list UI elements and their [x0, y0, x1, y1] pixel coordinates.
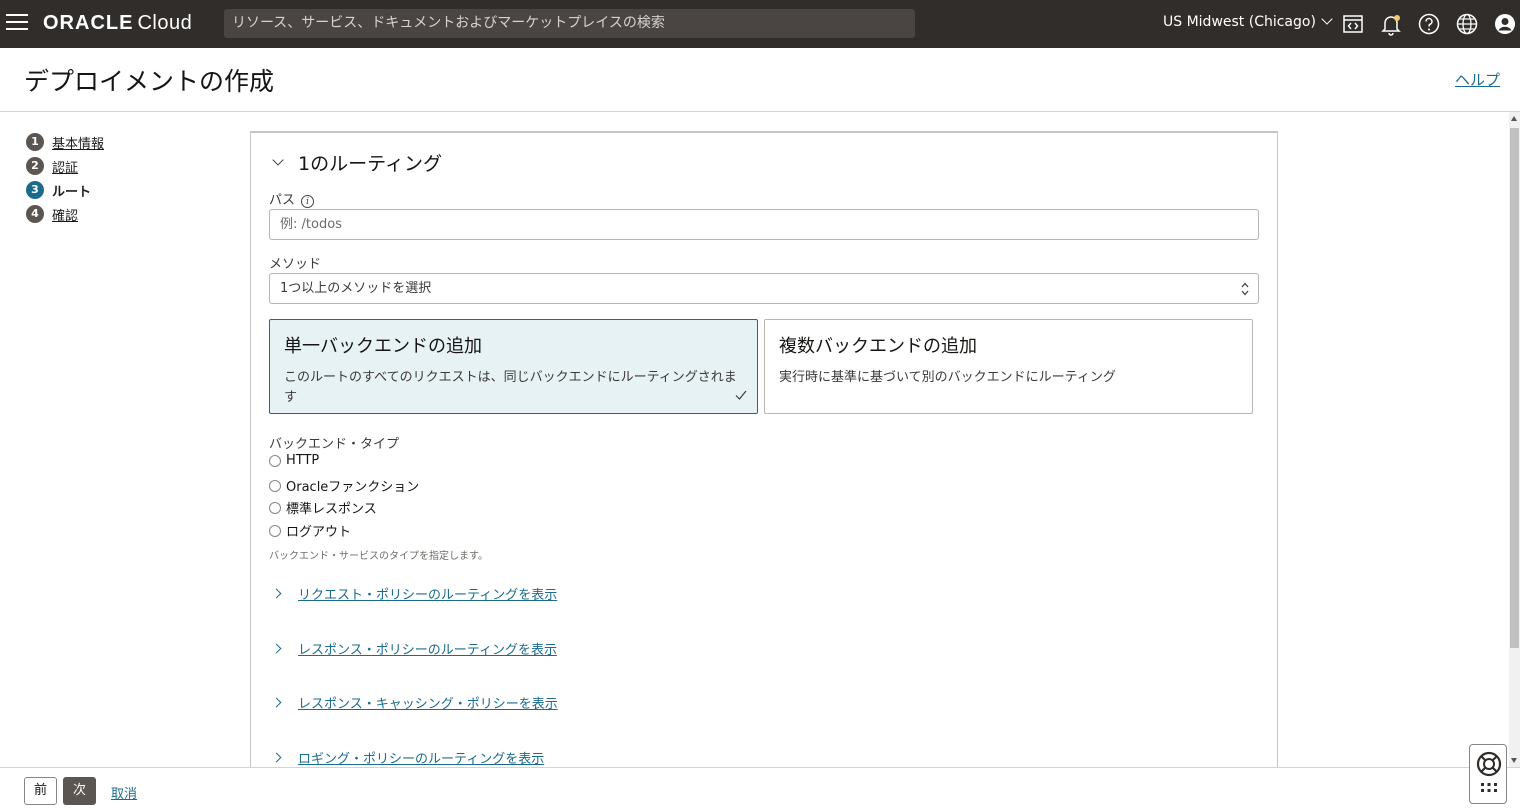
- backend-type-logout-radio[interactable]: ログアウト: [269, 521, 351, 540]
- logo-cloud: Cloud: [137, 12, 193, 34]
- response-policies-expander[interactable]: レスポンス・ポリシーのルーティングを表示: [271, 639, 557, 658]
- page-header: デプロイメントの作成 ヘルプ: [0, 48, 1520, 112]
- wizard-steps: 1 基本情報 2 認証 3 ルート 4 確認: [26, 130, 104, 226]
- logging-policies-expander[interactable]: ロギング・ポリシーのルーティングを表示: [271, 748, 545, 767]
- step-number: 4: [26, 205, 44, 223]
- expander-label: ロギング・ポリシーのルーティングを表示: [298, 752, 545, 767]
- scroll-up-arrow-icon[interactable]: [1511, 116, 1517, 121]
- lifebuoy-icon: [1476, 751, 1502, 792]
- language-globe-icon[interactable]: [1455, 12, 1479, 36]
- region-label: US Midwest (Chicago): [1163, 14, 1316, 30]
- expander-label: レスポンス・ポリシーのルーティングを表示: [298, 643, 557, 658]
- multiple-backend-title: 複数バックエンドの追加: [779, 336, 977, 357]
- step-number: 2: [26, 157, 44, 175]
- path-input[interactable]: 例: /todos: [269, 209, 1259, 240]
- radio-button[interactable]: [269, 479, 281, 492]
- help-question-icon[interactable]: [1417, 12, 1441, 36]
- step-label: 確認: [52, 208, 79, 224]
- scrollbar-thumb[interactable]: [1510, 128, 1519, 648]
- path-label-row: パス i: [269, 189, 315, 208]
- next-button[interactable]: 次: [63, 777, 96, 805]
- step-label: 基本情報: [52, 136, 105, 152]
- page-title: デプロイメントの作成: [24, 67, 275, 96]
- logo-brand: ORACLE: [43, 12, 134, 34]
- region-selector[interactable]: US Midwest (Chicago): [1163, 13, 1333, 30]
- backend-type-label: バックエンド・タイプ: [269, 437, 400, 452]
- help-widget[interactable]: [1469, 744, 1507, 804]
- method-label: メソッド: [269, 257, 322, 272]
- method-select[interactable]: 1つ以上のメソッドを選択: [269, 273, 1259, 304]
- oracle-cloud-logo[interactable]: ORACLE Cloud: [43, 12, 192, 35]
- chevron-right-icon: [271, 752, 282, 763]
- checkmark-icon: [735, 390, 747, 400]
- expander-label: レスポンス・キャッシング・ポリシーを表示: [298, 697, 558, 712]
- response-caching-expander[interactable]: レスポンス・キャッシング・ポリシーを表示: [271, 693, 558, 712]
- top-navigation-bar: ORACLE Cloud リソース、サービス、ドキュメントおよびマーケットプレイス…: [0, 0, 1520, 48]
- route-panel: 1のルーティング パス i 例: /todos メソッド 1つ以上のメソッドを選択…: [250, 131, 1278, 791]
- info-icon[interactable]: i: [301, 195, 315, 208]
- multiple-backend-desc: 実行時に基準に基づいて別のバックエンドにルーティング: [779, 370, 1116, 385]
- step-routes[interactable]: 3 ルート: [26, 178, 104, 202]
- menu-icon[interactable]: [6, 14, 28, 32]
- radio-label: ログアウト: [286, 525, 352, 540]
- step-authentication[interactable]: 2 認証: [26, 154, 104, 178]
- backend-type-hint: バックエンド・サービスのタイプを指定します。: [269, 551, 488, 562]
- chevron-right-icon: [271, 643, 282, 654]
- route-section-toggle[interactable]: 1のルーティング: [271, 149, 442, 176]
- radio-label: 標準レスポンス: [286, 502, 377, 517]
- chevron-down-icon: [272, 153, 284, 166]
- single-backend-desc: このルートのすべてのリクエストは、同じバックエンドにルーティングされます: [284, 370, 737, 405]
- help-link[interactable]: ヘルプ: [1455, 69, 1500, 90]
- radio-button[interactable]: [269, 524, 281, 537]
- multiple-backend-card[interactable]: 複数バックエンドの追加 実行時に基準に基づいて別のバックエンドにルーティング: [764, 319, 1253, 414]
- backend-type-http-radio[interactable]: HTTP: [269, 453, 319, 468]
- route-section-title: 1のルーティング: [298, 153, 442, 175]
- scroll-down-arrow-icon[interactable]: [1511, 758, 1517, 763]
- single-backend-card[interactable]: 単一バックエンドの追加 このルートのすべてのリクエストは、同じバックエンドにルー…: [269, 319, 758, 414]
- radio-label: HTTP: [286, 453, 320, 468]
- notifications-bell-icon[interactable]: [1379, 12, 1403, 36]
- vertical-scrollbar[interactable]: [1509, 112, 1520, 767]
- wizard-footer: 前 次 取消: [0, 767, 1520, 810]
- previous-button[interactable]: 前: [24, 777, 57, 805]
- single-backend-title: 単一バックエンドの追加: [284, 336, 482, 357]
- backend-type-function-radio[interactable]: Oracleファンクション: [269, 476, 419, 495]
- expander-label: リクエスト・ポリシーのルーティングを表示: [298, 588, 558, 603]
- step-label: ルート: [52, 184, 92, 200]
- method-select-placeholder: 1つ以上のメソッドを選択: [280, 281, 432, 296]
- step-number: 3: [26, 181, 44, 199]
- developer-tools-icon[interactable]: [1341, 12, 1365, 36]
- request-policies-expander[interactable]: リクエスト・ポリシーのルーティングを表示: [271, 584, 558, 603]
- radio-button[interactable]: [269, 454, 281, 467]
- radio-button[interactable]: [269, 501, 281, 514]
- select-arrows-icon: [1241, 282, 1249, 296]
- path-label: パス: [269, 193, 296, 208]
- search-input[interactable]: リソース、サービス、ドキュメントおよびマーケットプレイスの検索: [224, 9, 915, 38]
- chevron-down-icon: [1321, 13, 1333, 25]
- step-basic-info[interactable]: 1 基本情報: [26, 130, 104, 154]
- profile-avatar-icon[interactable]: [1493, 12, 1517, 36]
- step-number: 1: [26, 133, 44, 151]
- backend-type-stock-response-radio[interactable]: 標準レスポンス: [269, 498, 377, 517]
- step-label: 認証: [52, 160, 79, 176]
- cancel-link[interactable]: 取消: [111, 783, 137, 802]
- step-review[interactable]: 4 確認: [26, 202, 104, 226]
- chevron-right-icon: [271, 697, 282, 708]
- chevron-right-icon: [271, 588, 282, 599]
- radio-label: Oracleファンクション: [286, 480, 420, 495]
